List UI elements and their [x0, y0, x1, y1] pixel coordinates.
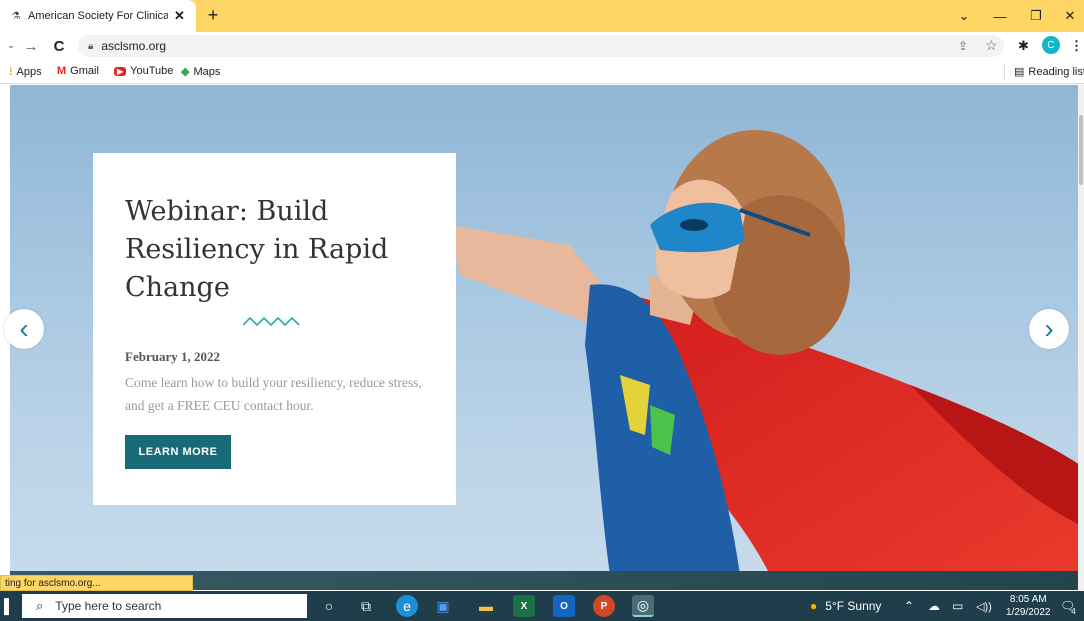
minimize-button[interactable]: — [982, 0, 1018, 32]
taskbar-search-placeholder: Type here to search [55, 599, 162, 613]
forward-icon[interactable]: → [22, 36, 40, 56]
maps-icon: ◆ [181, 66, 190, 78]
bookmark-label: YouTube [130, 65, 174, 77]
reading-list-button[interactable]: ▤ Reading list [1014, 65, 1084, 79]
restore-button[interactable]: ❐ [1018, 0, 1054, 32]
bookmark-label: Maps [193, 65, 221, 78]
store-icon[interactable]: ▣ [432, 595, 454, 617]
bookmark-label: Gmail [70, 65, 99, 77]
address-bar-url: asclsmo.org [101, 39, 167, 53]
bookmark-maps[interactable]: ◆ Maps [181, 65, 221, 79]
reading-list-label: Reading list [1028, 65, 1084, 78]
bookmark-youtube[interactable]: ▶ YouTube [114, 65, 173, 77]
bookmark-gmail[interactable]: M Gmail [57, 65, 99, 77]
task-view-icon[interactable]: ⧉ [355, 595, 377, 617]
gmail-icon: M [57, 65, 67, 77]
learn-more-button[interactable]: LEARN MORE [125, 435, 231, 469]
bookmarks-divider [1004, 64, 1005, 80]
tab-search-icon[interactable]: ⌄ [946, 0, 982, 32]
lock-icon: 🔒︎ [88, 40, 94, 52]
back-icon[interactable]: - [2, 36, 20, 56]
zigzag-divider-icon [243, 316, 300, 327]
weather-text: 5°F Sunny [825, 599, 882, 613]
promo-date: February 1, 2022 [125, 349, 220, 364]
promo-card: Webinar: Build Resiliency in Rapid Chang… [93, 153, 456, 505]
reading-list-icon: ▤ [1014, 66, 1025, 78]
network-icon[interactable]: ▭ [952, 591, 963, 621]
menu-icon[interactable]: ⋮ [1070, 38, 1083, 54]
site-favicon-icon: ⚗ [11, 10, 21, 22]
taskbar-search[interactable]: ⌕ Type here to search [22, 594, 307, 618]
bookmark-apps[interactable]: ⁝ Apps [9, 65, 42, 79]
page-scrollbar[interactable] [1078, 85, 1084, 590]
tab-strip: ⚗ American Society For Clinical Lab ✕ + … [0, 0, 1084, 32]
youtube-icon: ▶ [114, 66, 127, 76]
start-button[interactable]: ▌ [0, 591, 18, 621]
excel-icon[interactable]: X [513, 595, 535, 617]
chrome-icon[interactable]: ◎ [632, 595, 654, 617]
status-bubble: ting for asclsmo.org... [0, 575, 193, 591]
hero-slide: Webinar: Build Resiliency in Rapid Chang… [10, 85, 1080, 575]
notification-count: 4 [1071, 606, 1076, 616]
browser-toolbar: - → C 🔒︎ asclsmo.org ⇪ ☆ ✱ ⋮ [0, 32, 1084, 60]
share-icon[interactable]: ⇪ [958, 39, 968, 53]
profile-avatar[interactable]: C [1042, 36, 1060, 54]
clock-date: 1/29/2022 [1006, 607, 1051, 618]
clock[interactable]: 8:05 AM 1/29/2022 [1006, 591, 1051, 621]
new-tab-button[interactable]: + [203, 5, 223, 25]
bookmarks-bar: ⁝ Apps M Gmail ▶ YouTube ◆ Maps ▤ Readin… [0, 60, 1084, 84]
tab-title: American Society For Clinical Lab [28, 10, 168, 22]
powerpoint-icon[interactable]: P [593, 595, 615, 617]
notification-center[interactable]: 🗨︎ 4 [1060, 591, 1076, 621]
page-viewport: Webinar: Build Resiliency in Rapid Chang… [0, 85, 1084, 590]
apps-icon: ⁝ [9, 66, 13, 78]
extensions-icon[interactable]: ✱ [1018, 38, 1029, 54]
bookmark-label: Apps [16, 65, 42, 78]
close-window-button[interactable]: ✕ [1052, 0, 1084, 32]
search-icon: ⌕ [36, 598, 44, 613]
tray-chevron-icon[interactable]: ⌃ [904, 591, 914, 621]
chevron-left-icon: ‹ [19, 313, 29, 344]
onedrive-icon[interactable]: ☁ [928, 591, 940, 621]
cortana-icon[interactable]: ○ [318, 595, 340, 617]
clock-time: 8:05 AM [1009, 594, 1047, 605]
chevron-right-icon: › [1044, 313, 1054, 344]
bookmark-star-icon[interactable]: ☆ [985, 37, 998, 54]
promo-title: Webinar: Build Resiliency in Rapid Chang… [125, 196, 389, 303]
address-bar[interactable]: 🔒︎ asclsmo.org [78, 35, 1004, 57]
promo-description: Come learn how to build your resiliency,… [125, 375, 422, 413]
reload-icon[interactable]: C [50, 36, 68, 56]
file-explorer-icon[interactable]: ▬ [475, 595, 497, 617]
weather-widget[interactable]: ● 5°F Sunny [810, 591, 881, 621]
windows-icon: ▌ [4, 598, 14, 614]
volume-icon[interactable]: ◁)) [976, 591, 992, 621]
carousel-prev-button[interactable]: ‹ [4, 309, 44, 349]
sun-icon: ● [810, 599, 818, 613]
carousel-next-button[interactable]: › [1029, 309, 1069, 349]
windows-taskbar: ▌ ⌕ Type here to search ○ ⧉ e ▣ ▬ X O P … [0, 591, 1084, 621]
close-tab-icon[interactable]: ✕ [174, 8, 185, 24]
scrollbar-thumb[interactable] [1079, 115, 1083, 185]
outlook-icon[interactable]: O [553, 595, 575, 617]
browser-tab[interactable]: ⚗ American Society For Clinical Lab ✕ [0, 0, 196, 32]
edge-icon[interactable]: e [396, 595, 418, 617]
